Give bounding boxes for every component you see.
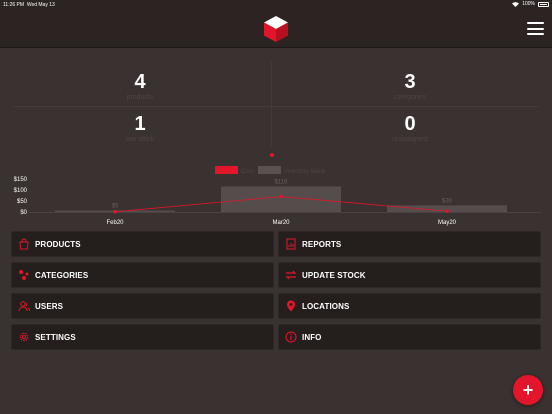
- battery-percent: 100%: [522, 1, 535, 7]
- categories-icon: [17, 268, 31, 282]
- menu-label: SETTINGS: [35, 332, 76, 342]
- cost-line-point: [279, 194, 283, 199]
- cube-logo-icon: [264, 16, 288, 42]
- y-tick-label: $100: [14, 188, 28, 194]
- arrows-icon: [284, 268, 298, 282]
- battery-icon: [538, 1, 549, 7]
- menu-users-button[interactable]: USERS: [11, 293, 274, 319]
- menu-settings-button[interactable]: SETTINGS: [11, 324, 274, 350]
- pin-icon: [284, 299, 298, 313]
- menu-label: LOCATIONS: [302, 301, 350, 311]
- menu-label: INFO: [302, 332, 322, 342]
- menu-label: PRODUCTS: [35, 239, 81, 249]
- x-tick-label: May20: [438, 220, 457, 226]
- wifi-icon: [512, 1, 520, 7]
- stat-label: categories: [393, 94, 427, 101]
- menu-products-button[interactable]: PRODUCTS: [11, 231, 274, 257]
- legend-swatch-inventory: [258, 166, 281, 174]
- menu-reports-button[interactable]: REPORTS: [278, 231, 541, 257]
- stat-value: 0: [404, 113, 416, 135]
- x-axis-ticks: Feb20 Mar20 May20: [106, 220, 456, 226]
- nav-bar: [0, 10, 552, 48]
- menu-label: CATEGORIES: [35, 270, 89, 280]
- bag-icon: [17, 237, 31, 251]
- cost-line-point: [445, 209, 449, 213]
- y-tick-label: $150: [14, 177, 28, 183]
- inventory-chart: Cost Inventory Value $150 $100 $50 $0 $5 $11…: [14, 153, 541, 226]
- chart-marker-dot: [270, 153, 274, 157]
- stat-value: 1: [134, 113, 146, 135]
- legend-swatch-cost: [215, 166, 238, 174]
- status-date: Wed May 13: [26, 2, 55, 8]
- bar-data-label: $5: [112, 204, 119, 210]
- users-icon: [17, 299, 31, 313]
- menu-label: UPDATE STOCK: [302, 270, 366, 280]
- stat-label: unassigned: [392, 136, 428, 143]
- menu-categories-button[interactable]: CATEGORIES: [11, 262, 274, 288]
- add-fab-button[interactable]: +: [513, 375, 543, 405]
- stat-label: products: [126, 94, 154, 101]
- plus-icon: +: [522, 380, 534, 400]
- status-bar: 11:26 PM Wed May 13 100%: [0, 0, 552, 10]
- legend-label-cost: Cost: [241, 169, 254, 175]
- info-icon: [284, 330, 298, 344]
- stat-value: 3: [404, 71, 416, 93]
- x-tick-label: Mar20: [272, 220, 290, 226]
- menu-update-stock-button[interactable]: UPDATE STOCK: [278, 262, 541, 288]
- status-time: 11:26 PM: [3, 2, 25, 8]
- chart-bar: [221, 186, 341, 212]
- stat-value: 4: [134, 71, 146, 93]
- x-tick-label: Feb20: [106, 220, 124, 226]
- stat-products: 4 products: [14, 71, 266, 101]
- stats-divider-vertical: [271, 62, 272, 146]
- y-tick-label: $50: [17, 199, 28, 205]
- cost-line-point: [113, 209, 117, 214]
- y-tick-label: $0: [20, 210, 27, 216]
- stats-divider-horizontal: [14, 106, 538, 107]
- gear-icon: [17, 330, 31, 344]
- menu-locations-button[interactable]: LOCATIONS: [278, 293, 541, 319]
- stat-unassigned: 0 unassigned: [284, 113, 536, 143]
- stat-categories: 3 categories: [284, 71, 536, 101]
- bar-data-label: $30: [442, 198, 453, 204]
- menu-info-button[interactable]: INFO: [278, 324, 541, 350]
- stat-label: low stock: [125, 136, 155, 143]
- menu-label: USERS: [35, 301, 64, 311]
- bar-data-label: $116: [275, 179, 289, 185]
- stat-low-stock: 1 low stock: [14, 113, 266, 143]
- menu-label: REPORTS: [302, 239, 342, 249]
- report-icon: [284, 237, 298, 251]
- hamburger-menu-icon[interactable]: [527, 22, 544, 36]
- legend-label-inventory: Inventory Value: [284, 169, 326, 175]
